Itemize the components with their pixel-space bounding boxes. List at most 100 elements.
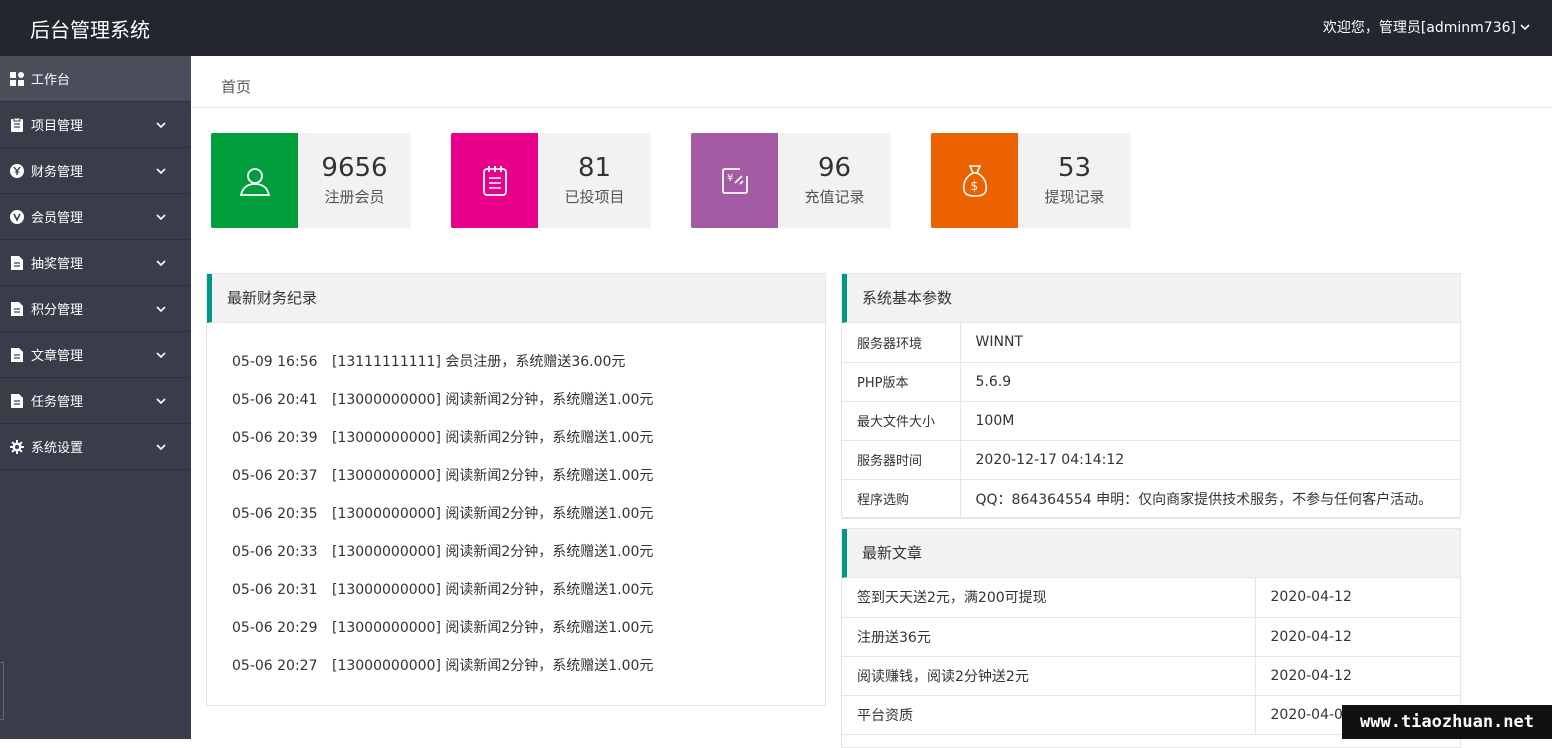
sidebar-item-label: 抽奖管理 xyxy=(31,253,83,272)
record-text: [13000000000] 阅读新闻2分钟，系统赠送1.00元 xyxy=(332,392,653,408)
panel-title: 最新财务纪录 xyxy=(207,274,825,323)
document-icon xyxy=(10,348,24,362)
stat-card-withdraw[interactable]: $ 53 提现记录 xyxy=(931,133,1131,228)
record-time: 05-06 20:41 xyxy=(232,389,332,411)
finance-list: 05-09 16:56[13111111111] 会员注册，系统赠送36.00元… xyxy=(207,323,825,693)
main-content: 首页 9656 注册会员 81 已投项目 ¥ 96 充值记录 $ 53 提现记录… xyxy=(191,56,1552,739)
money-bag-icon: $ xyxy=(931,133,1018,228)
table-row[interactable]: 签到天天送2元，满200可提现2020-04-12 xyxy=(842,578,1460,617)
yen-circle-icon xyxy=(10,164,24,178)
clipboard-icon xyxy=(10,118,24,132)
finance-panel: 最新财务纪录 05-09 16:56[13111111111] 会员注册，系统赠… xyxy=(206,273,826,706)
table-row[interactable]: 阅读赚钱，阅读2分钟送2元2020-04-12 xyxy=(842,656,1460,695)
stat-value: 81 xyxy=(538,153,651,183)
stat-label: 注册会员 xyxy=(298,186,411,207)
stat-value: 53 xyxy=(1018,153,1131,183)
chevron-down-icon xyxy=(155,211,167,223)
document-icon xyxy=(10,302,24,316)
panel-title: 系统基本参数 xyxy=(842,274,1460,323)
chevron-down-icon xyxy=(155,257,167,269)
sidebar-item-label: 文章管理 xyxy=(31,345,83,364)
record-time: 05-06 20:37 xyxy=(232,465,332,487)
chevron-down-icon xyxy=(155,441,167,453)
user-icon xyxy=(211,133,298,228)
sidebar-item-articles[interactable]: 文章管理 xyxy=(0,332,191,378)
stat-card-members[interactable]: 9656 注册会员 xyxy=(211,133,411,228)
dashboard-icon xyxy=(10,72,24,86)
record-text: [13000000000] 阅读新闻2分钟，系统赠送1.00元 xyxy=(332,506,653,522)
article-title[interactable]: 注册送36元 xyxy=(842,617,1255,656)
record-text: [13000000000] 阅读新闻2分钟，系统赠送1.00元 xyxy=(332,620,653,636)
sidebar-item-finance[interactable]: 财务管理 xyxy=(0,148,191,194)
v-circle-icon xyxy=(10,210,24,224)
gear-icon xyxy=(10,440,24,454)
table-row: 程序选购QQ：864364554 申明：仅向商家提供技术服务，不参与任何客户活动… xyxy=(842,479,1460,518)
sidebar-item-tasks[interactable]: 任务管理 xyxy=(0,378,191,424)
record-time: 05-06 20:27 xyxy=(232,655,332,677)
sidebar-item-projects[interactable]: 项目管理 xyxy=(0,102,191,148)
sidebar-item-members[interactable]: 会员管理 xyxy=(0,194,191,240)
record-text: [13000000000] 阅读新闻2分钟，系统赠送1.00元 xyxy=(332,544,653,560)
param-value: QQ：864364554 申明：仅向商家提供技术服务，不参与任何客户活动。 xyxy=(960,479,1460,518)
stat-value: 9656 xyxy=(298,153,411,183)
record-time: 05-06 20:33 xyxy=(232,541,332,563)
stat-card-projects[interactable]: 81 已投项目 xyxy=(451,133,651,228)
record-text: [13000000000] 阅读新闻2分钟，系统赠送1.00元 xyxy=(332,582,653,598)
article-date: 2020-04-12 xyxy=(1255,617,1460,656)
list-item: 05-06 20:35[13000000000] 阅读新闻2分钟，系统赠送1.0… xyxy=(207,503,825,541)
system-params-table: 服务器环境WINNT PHP版本5.6.9 最大文件大小100M 服务器时间20… xyxy=(842,323,1460,519)
sidebar-item-settings[interactable]: 系统设置 xyxy=(0,424,191,470)
breadcrumb: 首页 xyxy=(191,56,1552,108)
sidebar-item-label: 财务管理 xyxy=(31,161,83,180)
sidebar: 工作台 项目管理 财务管理 会员管理 抽奖管理 积分管理 xyxy=(0,56,191,739)
top-header: 后台管理系统 欢迎您，管理员[adminm736] xyxy=(0,0,1552,56)
stat-label: 充值记录 xyxy=(778,186,891,207)
table-row: 服务器环境WINNT xyxy=(842,323,1460,362)
article-title[interactable]: 平台资质 xyxy=(842,695,1255,734)
site-watermark: www.tiaozhuan.net xyxy=(1342,705,1552,739)
param-key: 服务器环境 xyxy=(842,323,960,362)
record-time: 05-09 16:56 xyxy=(232,351,332,373)
svg-text:$: $ xyxy=(970,179,978,193)
record-text: [13000000000] 阅读新闻2分钟，系统赠送1.00元 xyxy=(332,430,653,446)
sidebar-item-lottery[interactable]: 抽奖管理 xyxy=(0,240,191,286)
list-item: 05-09 16:56[13111111111] 会员注册，系统赠送36.00元 xyxy=(207,351,825,389)
document-icon xyxy=(10,256,24,270)
list-item: 05-06 20:41[13000000000] 阅读新闻2分钟，系统赠送1.0… xyxy=(207,389,825,427)
sidebar-item-workbench[interactable]: 工作台 xyxy=(0,56,191,102)
panel-title: 最新文章 xyxy=(842,529,1460,578)
article-date: 2020-04-12 xyxy=(1255,656,1460,695)
article-title[interactable]: 阅读赚钱，阅读2分钟送2元 xyxy=(842,656,1255,695)
stat-label: 已投项目 xyxy=(538,186,651,207)
list-item: 05-06 20:33[13000000000] 阅读新闻2分钟，系统赠送1.0… xyxy=(207,541,825,579)
sidebar-item-label: 工作台 xyxy=(31,69,70,88)
param-key: 程序选购 xyxy=(842,479,960,518)
chevron-down-icon xyxy=(155,395,167,407)
notepad-icon xyxy=(451,133,538,228)
chevron-down-icon xyxy=(1520,22,1530,32)
sidebar-item-points[interactable]: 积分管理 xyxy=(0,286,191,332)
recharge-icon: ¥ xyxy=(691,133,778,228)
article-title[interactable]: 签到天天送2元，满200可提现 xyxy=(842,578,1255,617)
sidebar-item-label: 积分管理 xyxy=(31,299,83,318)
chevron-down-icon xyxy=(155,349,167,361)
chevron-down-icon xyxy=(155,165,167,177)
record-time: 05-06 20:39 xyxy=(232,427,332,449)
list-item: 05-06 20:39[13000000000] 阅读新闻2分钟，系统赠送1.0… xyxy=(207,427,825,465)
table-row: 服务器时间2020-12-17 04:14:12 xyxy=(842,440,1460,479)
stat-card-recharge[interactable]: ¥ 96 充值记录 xyxy=(691,133,891,228)
param-key: 服务器时间 xyxy=(842,440,960,479)
app-title: 后台管理系统 xyxy=(30,14,150,43)
sidebar-item-label: 会员管理 xyxy=(31,207,83,226)
param-value: 2020-12-17 04:14:12 xyxy=(960,440,1460,479)
list-item: 05-06 20:27[13000000000] 阅读新闻2分钟，系统赠送1.0… xyxy=(207,655,825,693)
record-time: 05-06 20:35 xyxy=(232,503,332,525)
table-row[interactable]: 注册送36元2020-04-12 xyxy=(842,617,1460,656)
side-scroll-handle[interactable] xyxy=(0,662,4,720)
stat-value: 96 xyxy=(778,153,891,183)
stat-label: 提现记录 xyxy=(1018,186,1131,207)
svg-text:¥: ¥ xyxy=(727,173,733,184)
breadcrumb-home[interactable]: 首页 xyxy=(221,76,251,97)
record-text: [13111111111] 会员注册，系统赠送36.00元 xyxy=(332,354,625,370)
user-menu[interactable]: 欢迎您，管理员[adminm736] xyxy=(1323,17,1530,37)
